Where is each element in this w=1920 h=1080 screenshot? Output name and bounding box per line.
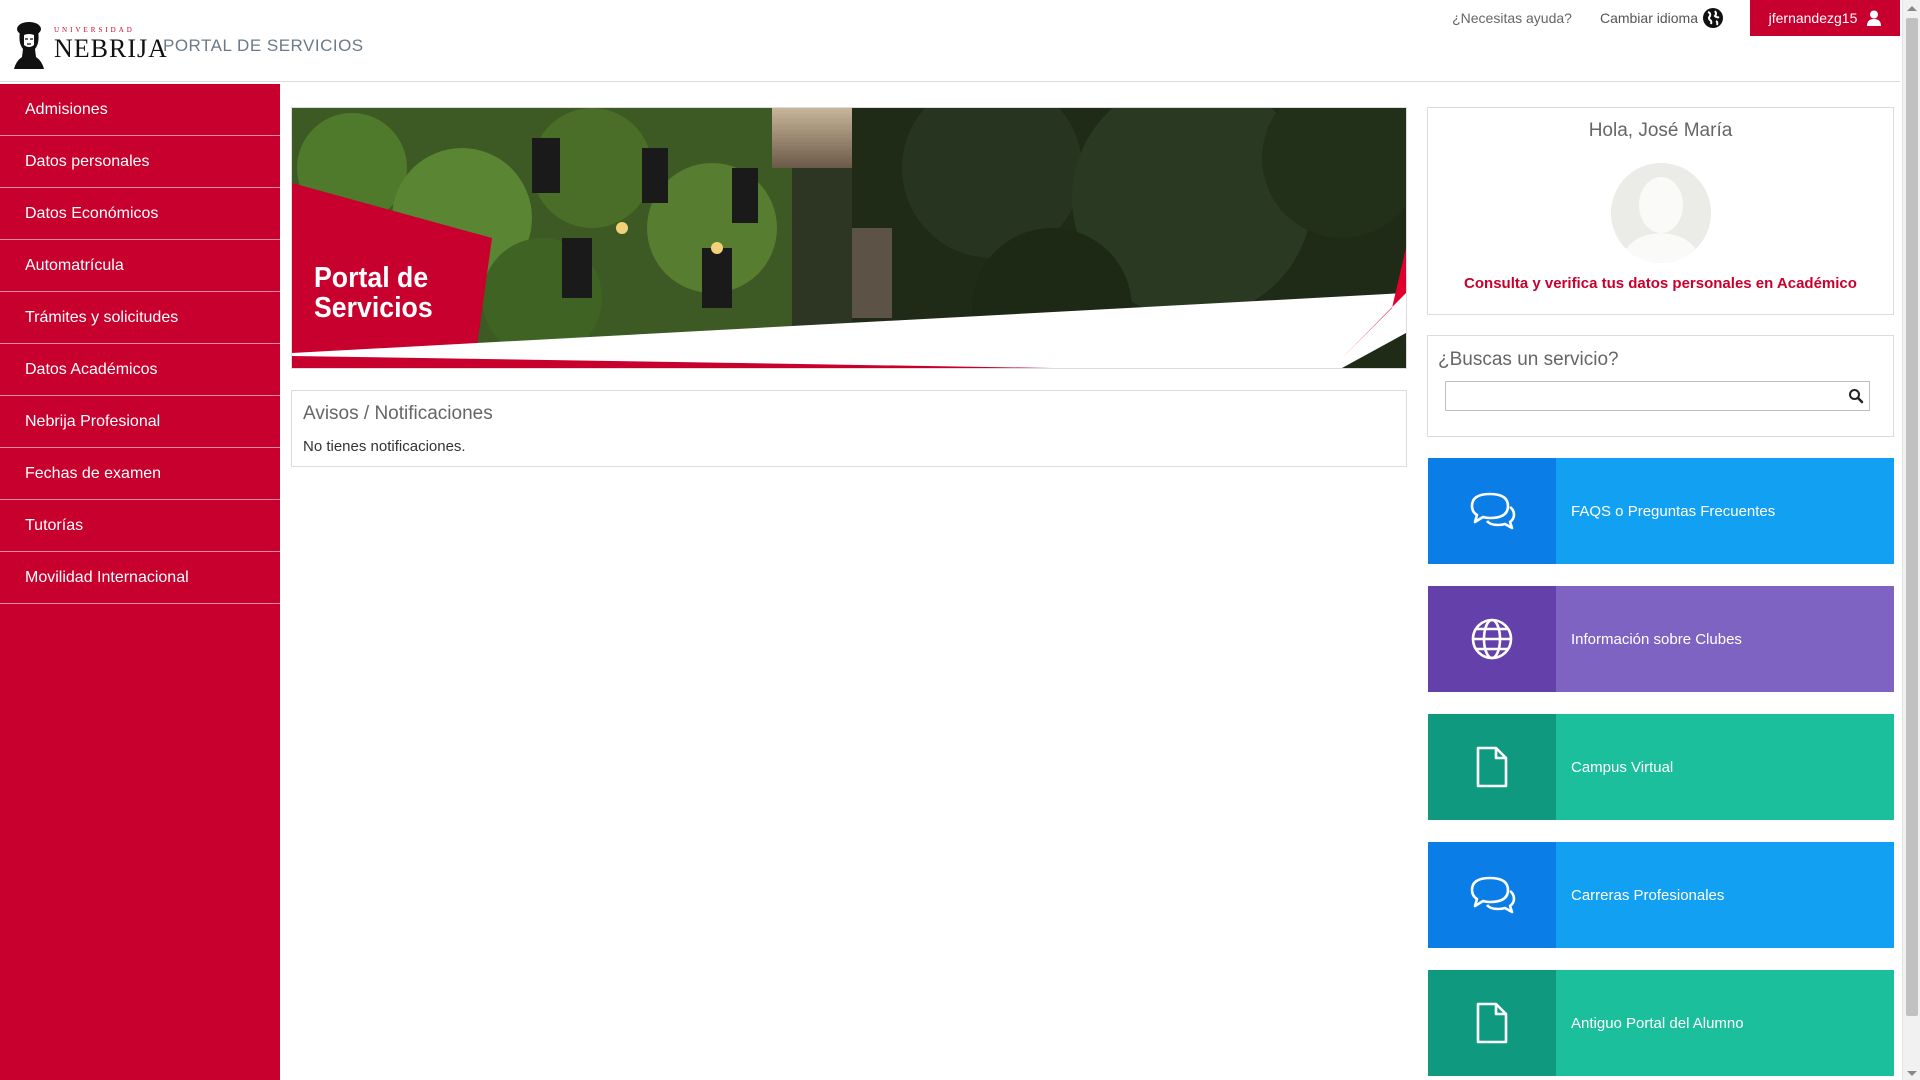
scroll-down-arrow-icon[interactable] [1907, 1071, 1917, 1076]
logo-name-text: NEBRIJA [54, 33, 168, 63]
top-header: UNIVERSIDAD NEBRIJA PORTAL DE SERVICIOS … [0, 0, 1900, 82]
sidebar-item-fechas-examen[interactable]: Fechas de examen [0, 448, 280, 500]
sidebar-item-movilidad[interactable]: Movilidad Internacional [0, 552, 280, 604]
top-links: ¿Necesitas ayuda? Cambiar idioma jfernan… [1452, 0, 1900, 36]
avatar [1611, 163, 1711, 263]
page-scrollbar[interactable] [1902, 0, 1920, 1080]
nebrija-logo[interactable]: UNIVERSIDAD NEBRIJA [12, 18, 168, 70]
sidebar-nav: Admisiones Datos personales Datos Económ… [0, 84, 280, 1080]
tile-campus-label: Campus Virtual [1571, 758, 1674, 776]
notifications-panel: Avisos / Notificaciones No tienes notifi… [291, 390, 1407, 467]
sidebar-item-datos-academicos[interactable]: Datos Académicos [0, 344, 280, 396]
banner-image [292, 108, 1406, 368]
banner-title-line2: Servicios [314, 292, 433, 324]
verify-personal-data-link[interactable]: Consulta y verifica tus datos personales… [1428, 275, 1893, 292]
service-search-panel: ¿Buscas un servicio? [1427, 335, 1894, 437]
document-icon [1476, 746, 1508, 788]
portal-banner: Portal de Servicios [291, 107, 1407, 369]
sidebar-item-tramites[interactable]: Trámites y solicitudes [0, 292, 280, 344]
tile-carreras-icon-area [1428, 842, 1556, 948]
tile-clubes-label: Información sobre Clubes [1571, 630, 1742, 648]
tile-carreras[interactable]: Carreras Profesionales [1428, 842, 1894, 948]
globe-icon [1471, 618, 1513, 660]
username-label: jfernandezg15 [1768, 10, 1858, 26]
chat-icon [1470, 492, 1516, 530]
logo-university-text: UNIVERSIDAD [54, 25, 135, 34]
user-menu-button[interactable]: jfernandezg15 [1750, 0, 1900, 36]
document-icon [1476, 1002, 1508, 1044]
tile-carreras-label: Carreras Profesionales [1571, 886, 1725, 904]
notifications-title: Avisos / Notificaciones [303, 403, 493, 424]
notifications-empty-text: No tienes notificaciones. [303, 438, 466, 455]
scrollbar-thumb[interactable] [1906, 18, 1918, 1016]
service-search-input[interactable] [1445, 381, 1870, 411]
tile-antiguo-label: Antiguo Portal del Alumno [1571, 1014, 1744, 1032]
sidebar-item-automatricula[interactable]: Automatrícula [0, 240, 280, 292]
sidebar-item-admisiones[interactable]: Admisiones [0, 84, 280, 136]
tile-faqs-label: FAQS o Preguntas Frecuentes [1571, 502, 1776, 520]
sidebar-item-datos-economicos[interactable]: Datos Económicos [0, 188, 280, 240]
greeting-text: Hola, José María [1588, 120, 1733, 141]
tile-antiguo-icon-area [1428, 970, 1556, 1076]
chat-icon [1470, 876, 1516, 914]
tile-faqs[interactable]: FAQS o Preguntas Frecuentes [1428, 458, 1894, 564]
tile-clubes-icon-area [1428, 586, 1556, 692]
profile-panel: Hola, José María Consulta y verifica tus… [1427, 107, 1894, 315]
tile-clubes[interactable]: Información sobre Clubes [1428, 586, 1894, 692]
change-language-label: Cambiar idioma [1599, 10, 1698, 26]
globe-icon [1703, 8, 1723, 28]
search-title: ¿Buscas un servicio? [1438, 349, 1619, 370]
sidebar-item-nebrija-profesional[interactable]: Nebrija Profesional [0, 396, 280, 448]
tile-antiguo-portal[interactable]: Antiguo Portal del Alumno [1428, 970, 1894, 1076]
user-icon [1867, 10, 1882, 26]
tile-faqs-icon-area [1428, 458, 1556, 564]
sidebar-item-tutorias[interactable]: Tutorías [0, 500, 280, 552]
scroll-up-arrow-icon[interactable] [1907, 6, 1917, 11]
banner-title-line1: Portal de [314, 262, 429, 294]
help-link[interactable]: ¿Necesitas ayuda? [1452, 10, 1572, 26]
avatar-placeholder-icon [1611, 163, 1711, 263]
tile-campus-icon-area [1428, 714, 1556, 820]
search-icon[interactable] [1848, 388, 1864, 404]
change-language-link[interactable]: Cambiar idioma [1600, 7, 1724, 29]
sidebar-item-datos-personales[interactable]: Datos personales [0, 136, 280, 188]
portal-title: PORTAL DE SERVICIOS [163, 36, 364, 55]
banner-title: Portal de Servicios [314, 263, 433, 323]
tile-campus-virtual[interactable]: Campus Virtual [1428, 714, 1894, 820]
logo-figure-icon [14, 22, 44, 69]
